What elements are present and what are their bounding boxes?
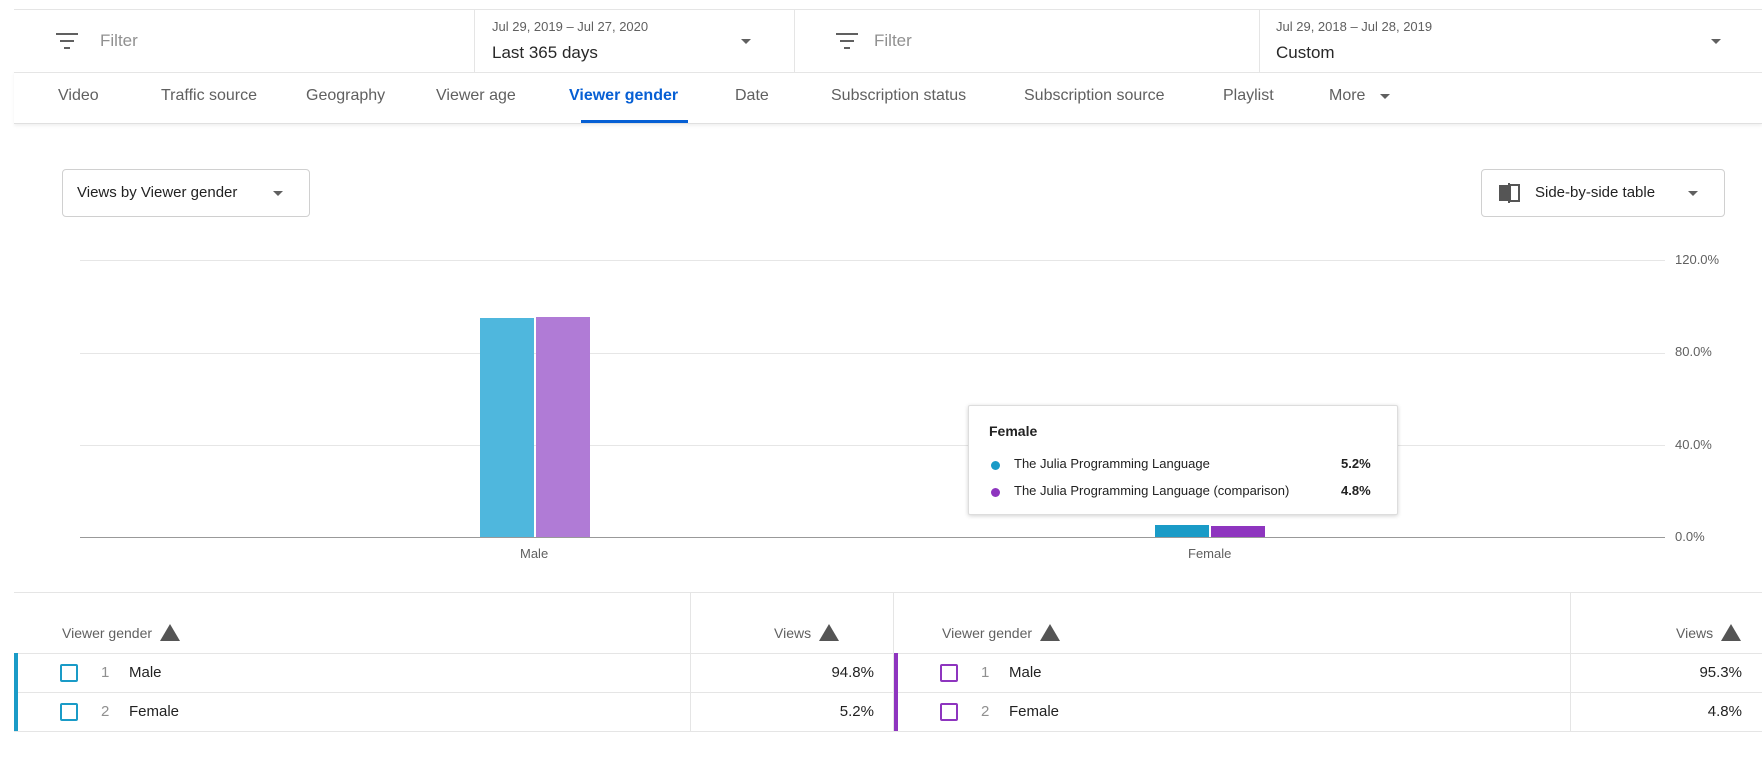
row-value: 94.8% bbox=[831, 664, 874, 681]
row-checkbox[interactable] bbox=[60, 664, 78, 682]
view-type-dropdown[interactable]: Side-by-side table bbox=[1481, 169, 1725, 217]
row-number: 2 bbox=[101, 703, 110, 720]
row-checkbox[interactable] bbox=[940, 703, 958, 721]
y-tick-label: 120.0% bbox=[1675, 252, 1720, 267]
tooltip-series-name: The Julia Programming Language bbox=[1014, 456, 1210, 471]
results-table: Viewer gender Views 1 Male 94.8% 2 Femal… bbox=[14, 592, 893, 732]
tab-video[interactable]: Video bbox=[58, 87, 99, 105]
gridline bbox=[80, 352, 1665, 354]
comparison-filter-input[interactable]: Filter bbox=[874, 31, 912, 51]
gridline bbox=[80, 260, 1665, 261]
dimension-tabs: Video Traffic source Geography Viewer ag… bbox=[14, 71, 1762, 124]
column-header-label: Views bbox=[774, 625, 812, 641]
bar-female-primary[interactable] bbox=[1155, 524, 1209, 537]
tab-subscription-source[interactable]: Subscription source bbox=[1024, 87, 1165, 105]
view-type-label: Side-by-side table bbox=[1535, 184, 1656, 201]
tab-date[interactable]: Date bbox=[735, 87, 769, 105]
row-checkbox[interactable] bbox=[60, 703, 78, 721]
chevron-down-icon bbox=[741, 39, 751, 44]
warning-icon[interactable] bbox=[160, 623, 181, 641]
metric-dropdown-label: Views by Viewer gender bbox=[77, 184, 238, 201]
tab-more-label: More bbox=[1329, 87, 1366, 104]
warning-icon[interactable] bbox=[1040, 623, 1061, 641]
tab-geography[interactable]: Geography bbox=[306, 87, 385, 105]
comparison-results-table: Viewer gender Views 1 Male 95.3% 2 Femal… bbox=[894, 592, 1762, 732]
row-label: Female bbox=[129, 703, 180, 720]
x-category-label: Male bbox=[520, 546, 549, 561]
column-header-label: Views bbox=[1676, 625, 1714, 641]
x-axis-line bbox=[80, 537, 1665, 538]
date-range-dates: Jul 29, 2019 – Jul 27, 2020 bbox=[492, 19, 649, 34]
filter-icon[interactable] bbox=[56, 33, 78, 49]
row-number: 2 bbox=[981, 703, 990, 720]
bar-chart: 120.0% 80.0% 40.0% 0.0% Male Female bbox=[0, 240, 1762, 570]
tab-traffic-source[interactable]: Traffic source bbox=[161, 87, 257, 105]
row-value: 4.8% bbox=[1707, 703, 1742, 720]
row-number: 1 bbox=[981, 664, 990, 681]
row-value: 95.3% bbox=[1699, 664, 1742, 681]
row-value: 5.2% bbox=[839, 703, 874, 720]
row-label: Male bbox=[129, 664, 162, 681]
tooltip-series-value: 4.8% bbox=[1341, 483, 1371, 498]
column-header-metric[interactable]: Views bbox=[774, 623, 840, 643]
row-checkbox[interactable] bbox=[940, 664, 958, 682]
tab-viewer-age[interactable]: Viewer age bbox=[436, 87, 516, 105]
chevron-down-icon bbox=[273, 191, 283, 196]
column-header-label: Viewer gender bbox=[942, 625, 1033, 641]
bar-male-comparison[interactable] bbox=[536, 317, 590, 537]
chevron-down-icon bbox=[1380, 94, 1390, 99]
y-tick-label: 80.0% bbox=[1675, 344, 1712, 359]
series-dot bbox=[991, 488, 1000, 497]
tab-playlist[interactable]: Playlist bbox=[1223, 87, 1274, 105]
chevron-down-icon bbox=[1688, 191, 1698, 196]
tab-subscription-status[interactable]: Subscription status bbox=[831, 87, 966, 105]
chart-tooltip: Female The Julia Programming Language 5.… bbox=[968, 405, 1398, 515]
column-header-dimension[interactable]: Viewer gender bbox=[62, 623, 181, 643]
metric-dropdown[interactable]: Views by Viewer gender bbox=[62, 169, 310, 217]
bar-female-comparison[interactable] bbox=[1211, 525, 1265, 537]
y-tick-label: 0.0% bbox=[1675, 529, 1705, 544]
tab-viewer-gender[interactable]: Viewer gender bbox=[569, 87, 678, 105]
warning-icon[interactable] bbox=[1721, 623, 1742, 641]
filter-input[interactable]: Filter bbox=[100, 31, 138, 51]
side-by-side-icon bbox=[1498, 183, 1520, 203]
column-header-metric[interactable]: Views bbox=[1676, 623, 1742, 643]
tooltip-title: Female bbox=[989, 423, 1038, 439]
x-category-label: Female bbox=[1188, 546, 1232, 561]
tooltip-series-value: 5.2% bbox=[1341, 456, 1371, 471]
bar-male-primary[interactable] bbox=[480, 318, 534, 537]
active-tab-indicator bbox=[581, 120, 688, 123]
comparison-range-dates: Jul 29, 2018 – Jul 28, 2019 bbox=[1276, 19, 1433, 34]
column-header-label: Viewer gender bbox=[62, 625, 153, 641]
row-number: 1 bbox=[101, 664, 110, 681]
tooltip-series-name: The Julia Programming Language (comparis… bbox=[1014, 483, 1290, 498]
comparison-range-name: Custom bbox=[1276, 43, 1335, 62]
chevron-down-icon bbox=[1711, 39, 1721, 44]
comparison-filter-bar: Filter Jul 29, 2019 – Jul 27, 2020 Last … bbox=[14, 9, 1762, 73]
filter-icon[interactable] bbox=[836, 33, 858, 49]
date-range-name: Last 365 days bbox=[492, 43, 598, 62]
warning-icon[interactable] bbox=[819, 623, 840, 641]
row-label: Female bbox=[1009, 703, 1060, 720]
series-dot bbox=[991, 461, 1000, 470]
row-label: Male bbox=[1009, 664, 1042, 681]
gridline bbox=[80, 445, 1665, 446]
column-header-dimension[interactable]: Viewer gender bbox=[942, 623, 1061, 643]
y-tick-label: 40.0% bbox=[1675, 437, 1712, 452]
